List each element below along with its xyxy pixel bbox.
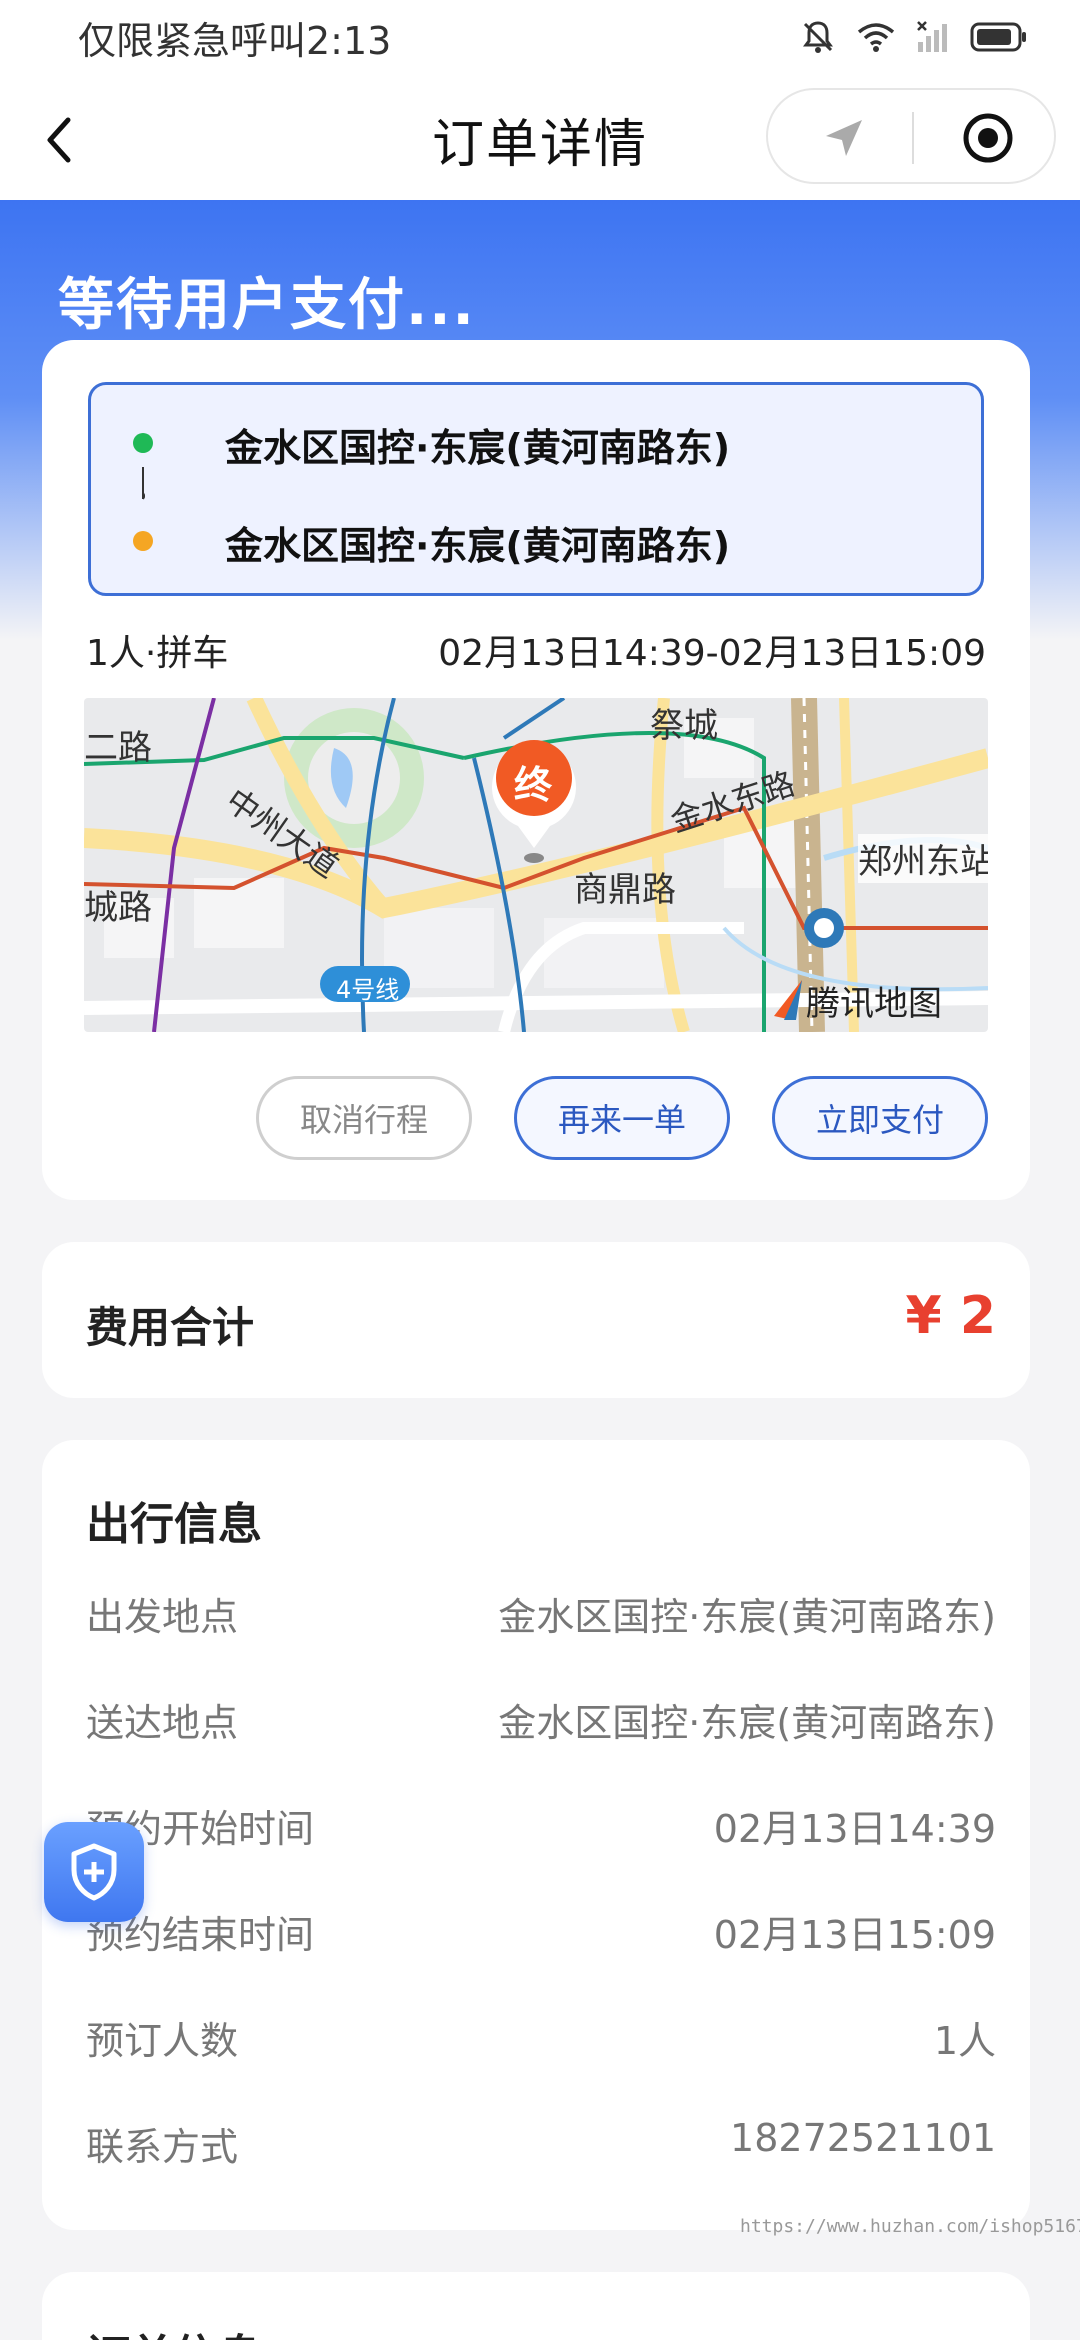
order-info-card: 订单信息 (42, 2272, 1030, 2340)
status-icons (800, 19, 1028, 55)
mini-program-capsule (766, 88, 1056, 184)
capsule-divider (912, 112, 914, 164)
order-main-card: 金水区国控·东宸(黄河南路东) 金水区国控·东宸(黄河南路东) 1人·拼车 02… (42, 340, 1030, 1200)
route-map[interactable]: 二路 中州大道 金水东路 祭城 城路 商鼎路 郑州东站 4号线 腾讯地图 终 (84, 698, 988, 1032)
map-label-zhengzhou-east: 郑州东站 (858, 834, 988, 883)
fee-card: 费用合计 ¥ 2 (42, 1242, 1030, 1398)
info-key: 送达地点 (86, 1701, 239, 1745)
fee-value: ¥ 2 (905, 1286, 996, 1346)
info-row-end-time: 预约结束时间 02月13日15:09 (86, 1904, 996, 1959)
map-label-tencent-maps: 腾讯地图 (806, 984, 942, 1024)
trip-info-title: 出行信息 (86, 1499, 262, 1550)
info-key: 预订人数 (86, 2019, 239, 2063)
shield-plus-icon (71, 1843, 117, 1901)
trip-info-card: 出行信息 出发地点 金水区国控·东宸(黄河南路东) 送达地点 金水区国控·东宸(… (42, 1440, 1030, 2230)
start-dot (133, 433, 153, 453)
info-value: 1人 (933, 2019, 996, 2063)
safety-shield-button[interactable] (44, 1822, 144, 1922)
map-label-shangding: 商鼎路 (574, 870, 676, 910)
info-key: 联系方式 (86, 2125, 239, 2169)
info-value: 18272521101 (730, 2116, 996, 2160)
order-info-title: 订单信息 (86, 2320, 262, 2340)
trip-time-range: 02月13日14:39-02月13日15:09 (438, 633, 986, 674)
watermark: https://www.huzhan.com/ishop51679 (740, 2216, 1080, 2237)
carrier-time: 仅限紧急呼叫2:13 (78, 18, 392, 63)
info-value: 02月13日14:39 (713, 1807, 996, 1851)
pay-now-button[interactable]: 立即支付 (772, 1076, 988, 1160)
map-label-line4: 4号线 (336, 976, 400, 1004)
reorder-button[interactable]: 再来一单 (514, 1076, 730, 1160)
signal-icon (917, 21, 947, 52)
end-dot (133, 531, 153, 551)
order-status: 等待用户支付... (58, 273, 476, 338)
status-bar: 仅限紧急呼叫2:13 (0, 0, 1080, 74)
info-row-destination: 送达地点 金水区国控·东宸(黄河南路东) (86, 1692, 996, 1747)
map-label-jicheng: 祭城 (650, 706, 718, 746)
info-value: 金水区国控·东宸(黄河南路东) (498, 1595, 996, 1639)
battery-icon (970, 22, 1026, 52)
route-box: 金水区国控·东宸(黄河南路东) 金水区国控·东宸(黄河南路东) (88, 382, 984, 596)
info-value: 金水区国控·东宸(黄河南路东) (498, 1701, 996, 1745)
route-end: 金水区国控·东宸(黄河南路东) (225, 524, 731, 568)
route-connector-icon (142, 467, 145, 500)
nav-bar: 订单详情 (0, 74, 1080, 200)
map-label-road-2: 城路 (84, 888, 152, 928)
cancel-trip-button[interactable]: 取消行程 (256, 1076, 472, 1160)
info-value: 02月13日15:09 (713, 1913, 996, 1957)
trip-summary: 1人·拼车 (86, 633, 229, 674)
wifi-icon (857, 23, 895, 52)
mute-bell-icon (803, 21, 833, 53)
route-start: 金水区国控·东宸(黄河南路东) (225, 426, 731, 470)
info-row-passengers: 预订人数 1人 (86, 2010, 996, 2065)
fee-label: 费用合计 (86, 1303, 255, 1352)
info-row-start-time: 预约开始时间 02月13日14:39 (86, 1798, 996, 1853)
map-label-road-1: 二路 (84, 728, 152, 768)
info-row-departure: 出发地点 金水区国控·东宸(黄河南路东) (86, 1586, 996, 1641)
trip-summary-row: 1人·拼车 02月13日14:39-02月13日15:09 (86, 624, 986, 676)
destination-marker-label: 终 (514, 763, 553, 807)
location-arrow-icon[interactable] (820, 114, 868, 162)
info-key: 出发地点 (86, 1595, 239, 1639)
info-row-contact: 联系方式 18272521101 (86, 2116, 996, 2171)
close-target-icon[interactable] (960, 110, 1016, 166)
